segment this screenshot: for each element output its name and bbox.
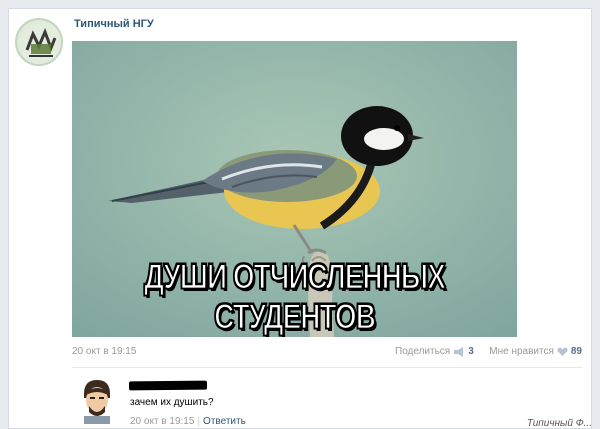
share-count: 3 (468, 346, 474, 357)
post-date-link[interactable]: 20 окт в 19:15 (72, 346, 136, 357)
post-image[interactable]: ДУШИ ОТЧИСЛЕННЫХ СТУДЕНТОВ (72, 41, 517, 337)
share-label: Поделиться (395, 346, 451, 357)
redacted-user-name (128, 380, 208, 391)
comment-avatar[interactable] (80, 378, 114, 424)
like-button[interactable]: Мне нравится 89 (489, 346, 582, 357)
comments-divider (72, 367, 582, 368)
comment-meta-separator: | (197, 416, 201, 427)
group-name-link[interactable]: Типичный НГУ (74, 18, 154, 30)
comment-meta: 20 окт в 19:15 | Ответить (130, 416, 246, 427)
group-avatar[interactable] (15, 18, 63, 66)
like-label: Мне нравится (489, 346, 554, 357)
comment-date-link[interactable]: 20 окт в 19:15 (130, 416, 194, 427)
watermark-text: Типичный Ф... (526, 418, 592, 429)
comment-text: зачем их душить? (130, 397, 214, 408)
heart-icon (557, 347, 568, 356)
like-count: 89 (570, 346, 582, 357)
image-caption: ДУШИ ОТЧИСЛЕННЫХ СТУДЕНТОВ (143, 256, 446, 337)
share-button[interactable]: Поделиться 3 (395, 346, 474, 357)
megaphone-icon (454, 346, 464, 357)
reply-button[interactable]: Ответить (203, 416, 246, 427)
post-meta-row: 20 окт в 19:15 Поделиться 3 Мне нравится… (72, 346, 582, 360)
user-avatar-icon (80, 378, 114, 424)
